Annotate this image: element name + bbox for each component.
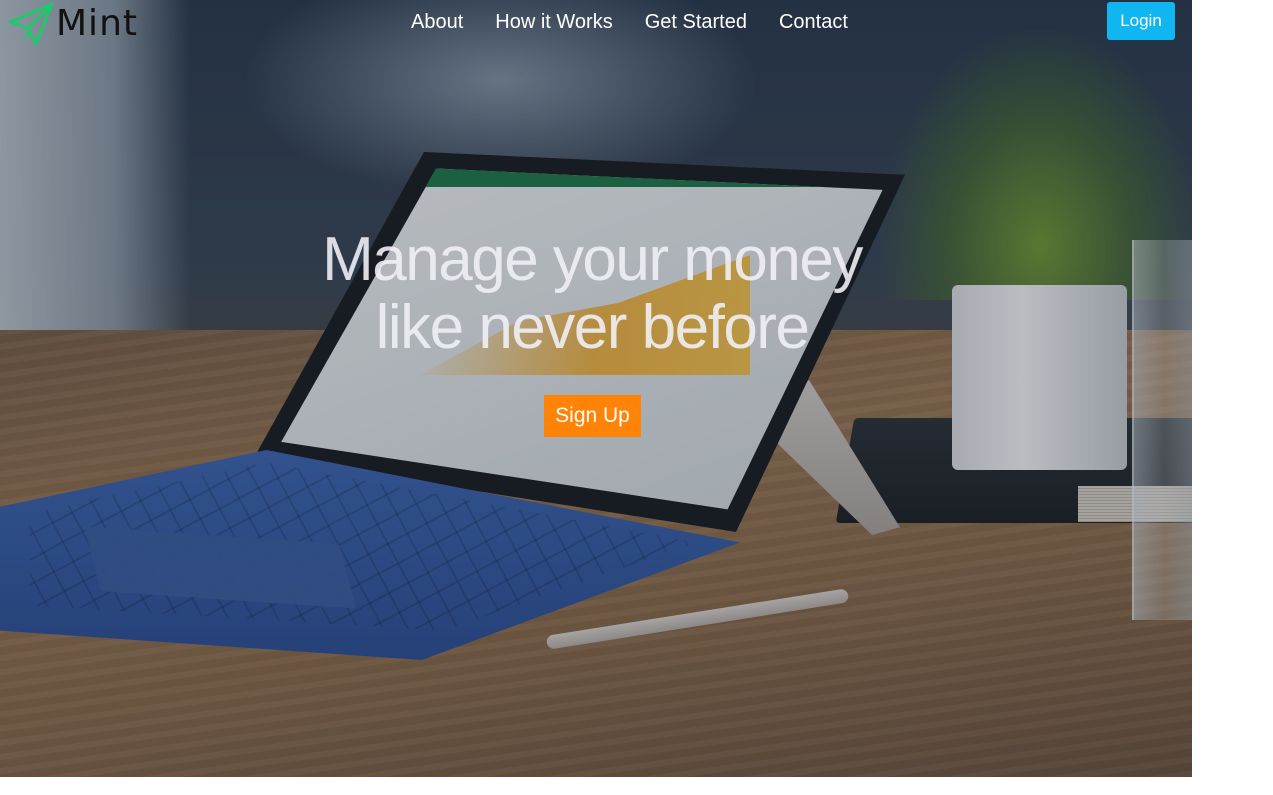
hero-headline-line-2: like never before — [375, 293, 810, 362]
hero-headline-line-1: Manage your money — [322, 225, 863, 294]
hero-headline: Manage your money like never before — [292, 226, 892, 362]
login-button[interactable]: Login — [1107, 2, 1175, 40]
brand-logo[interactable]: Mint — [8, 2, 138, 46]
paper-plane-icon — [8, 2, 54, 46]
main-nav: About How it Works Get Started Contact — [411, 10, 880, 34]
nav-link-get-started[interactable]: Get Started — [645, 10, 747, 34]
hero-section: Mint About How it Works Get Started Cont… — [0, 0, 1192, 777]
nav-link-contact[interactable]: Contact — [779, 10, 848, 34]
nav-link-about[interactable]: About — [411, 10, 463, 34]
sign-up-button[interactable]: Sign Up — [544, 395, 641, 437]
brand-name: Mint — [56, 3, 138, 44]
nav-link-how-it-works[interactable]: How it Works — [495, 10, 612, 34]
